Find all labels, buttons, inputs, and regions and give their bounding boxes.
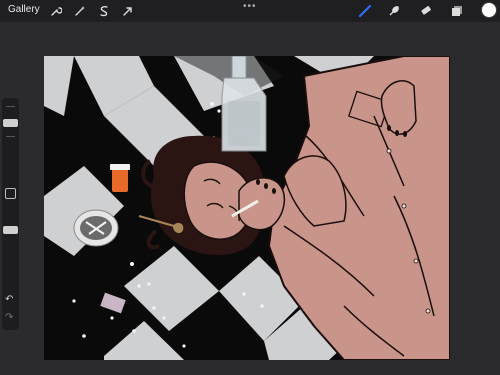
size-slider-track[interactable] [6,106,15,107]
more-options-icon[interactable]: ••• [243,1,257,12]
slider-divider [6,136,15,137]
magic-wand-icon[interactable] [72,3,88,19]
gallery-button[interactable]: Gallery [8,4,40,15]
smudge-icon[interactable] [386,3,402,19]
modify-button[interactable] [5,188,16,199]
wrench-icon[interactable] [48,3,64,19]
layers-icon[interactable] [449,3,465,19]
brush-icon[interactable] [357,3,373,19]
ashtray [73,209,119,247]
undo-icon[interactable]: ↶ [5,294,13,305]
drawing-canvas[interactable] [44,56,450,360]
eraser-icon[interactable] [418,3,434,19]
top-toolbar: Gallery ••• [0,0,500,22]
left-sidebar: ↶ ↷ [2,98,19,330]
artwork [44,56,450,360]
brush-opacity-slider[interactable] [3,226,18,234]
brush-size-slider[interactable] [3,119,18,128]
color-picker-button[interactable] [482,3,496,17]
redo-icon[interactable]: ↷ [5,312,13,323]
selection-icon[interactable] [96,3,112,19]
pill-bottle [110,164,130,192]
transform-arrow-icon[interactable] [120,3,136,19]
